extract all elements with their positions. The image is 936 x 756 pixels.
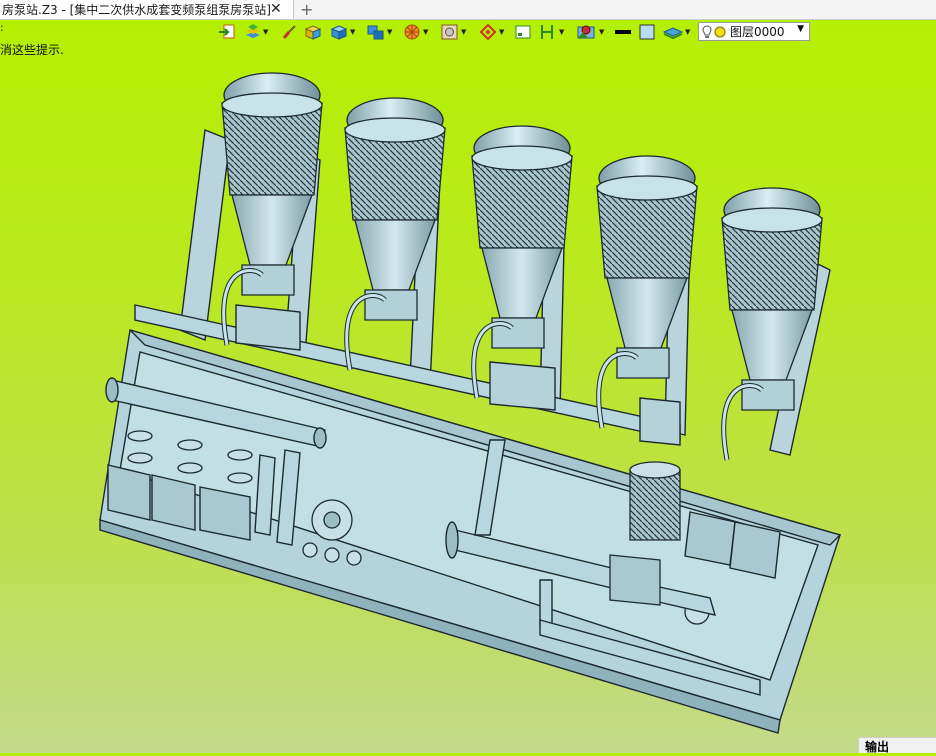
dimension-icon[interactable]: ▼ — [538, 22, 564, 42]
tab-title: 房泵站.Z3 - [集中二次供水成套变频泵组泵房泵站] — [2, 3, 271, 17]
add-tab-icon[interactable]: + — [300, 0, 313, 19]
background-icon[interactable]: ▼ — [576, 22, 604, 42]
views-icon[interactable]: ▼ — [366, 22, 392, 42]
import-icon[interactable] — [218, 22, 236, 42]
line-style-icon[interactable] — [614, 22, 632, 42]
render-sphere-icon[interactable]: ▼ — [402, 22, 428, 42]
chevron-down-icon: ▼ — [797, 24, 804, 34]
document-tab[interactable]: 房泵站.Z3 - [集中二次供水成套变频泵组泵房泵站] ✕ — [0, 0, 294, 19]
frame-icon[interactable] — [514, 22, 532, 42]
hint-line-1: : — [0, 21, 4, 34]
snap-target-icon[interactable]: ▼ — [478, 22, 504, 42]
bulb-icon — [702, 24, 726, 38]
brush-icon[interactable] — [280, 22, 298, 42]
view-toolbar: ▼ ▼ ▼ ▼ ▼ ▼ ▼ ▼ ▼ 图层0000 ▼ — [216, 21, 816, 45]
document-tab-bar: 房泵站.Z3 - [集中二次供水成套变频泵组泵房泵站] ✕ + — [0, 0, 936, 20]
shade-cube-icon[interactable] — [303, 22, 323, 42]
layer-select[interactable]: 图层0000 ▼ — [698, 22, 810, 41]
display-cube-icon[interactable]: ▼ — [329, 22, 355, 42]
pump-motor — [721, 187, 823, 461]
output-panel-tab[interactable]: 输出 — [858, 737, 936, 754]
plane-icon[interactable]: ▼ — [662, 22, 690, 42]
layers-icon[interactable]: ▼ — [244, 22, 268, 42]
model-viewport[interactable] — [0, 46, 936, 753]
close-icon[interactable]: ✕ — [270, 1, 282, 17]
material-icon[interactable]: ▼ — [440, 22, 466, 42]
color-swatch-icon[interactable] — [638, 22, 656, 42]
layer-value: 图层0000 — [730, 25, 785, 39]
